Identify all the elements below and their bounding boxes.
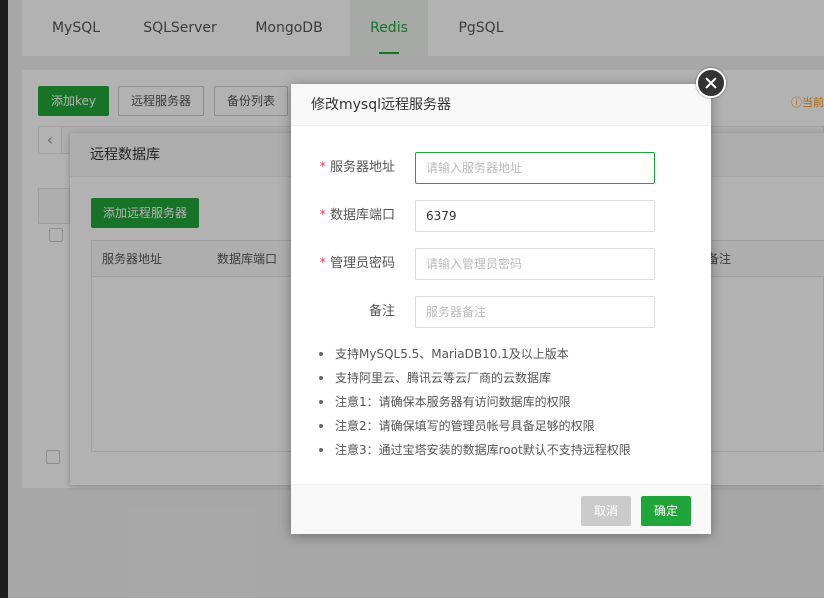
row-remark: 备注 [291,296,711,328]
help-note: 注意3：通过宝塔安装的数据库root默认不支持远程权限 [317,438,697,462]
confirm-button[interactable]: 确定 [641,496,691,526]
row-db-port: * 数据库端口 [291,200,711,232]
label-db-port: * 数据库端口 [291,200,395,232]
dialog-title: 修改mysql远程服务器 [291,84,711,126]
admin-password-input[interactable] [415,248,655,280]
label-db-port-text: 数据库端口 [329,208,395,223]
label-admin-password-text: 管理员密码 [329,256,395,271]
required-mark: * [319,256,326,271]
label-server-address: * 服务器地址 [291,152,395,184]
required-mark: * [319,160,326,175]
dialog-footer: 取消 确定 [291,484,711,534]
server-address-input[interactable] [415,152,655,184]
db-port-input[interactable] [415,200,655,232]
row-server-address: * 服务器地址 [291,152,711,184]
remark-input[interactable] [415,296,655,328]
edit-remote-server-dialog: 修改mysql远程服务器 *服务器地址 *数据库端口 *管理员密码 备注 支持M… [291,84,711,534]
help-note: 注意2：请确保填写的管理员帐号具备足够的权限 [317,414,697,438]
label-admin-password: * 管理员密码 [291,248,395,280]
label-remark: 备注 [368,304,395,319]
cancel-button[interactable]: 取消 [581,496,631,526]
help-note: 支持阿里云、腾讯云等云厂商的云数据库 [317,366,697,390]
help-note: 注意1：请确保本服务器有访问数据库的权限 [317,390,697,414]
close-icon[interactable] [696,68,726,98]
row-admin-password: * 管理员密码 [291,248,711,280]
label-server-address-text: 服务器地址 [329,160,395,175]
help-note: 支持MySQL5.5、MariaDB10.1及以上版本 [317,342,697,366]
help-notes: 支持MySQL5.5、MariaDB10.1及以上版本 支持阿里云、腾讯云等云厂… [317,342,697,462]
required-mark: * [319,208,326,223]
